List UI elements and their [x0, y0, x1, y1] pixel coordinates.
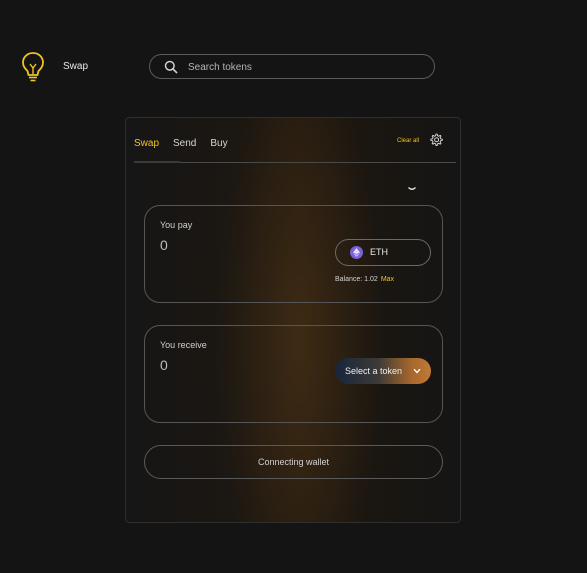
max-button[interactable]: Max [381, 276, 394, 283]
balance-text: Balance: 1.02 Max [335, 276, 394, 283]
select-token-label: Select a token [345, 366, 403, 376]
chevron-down-icon[interactable] [407, 186, 417, 192]
tab-swap[interactable]: Swap [134, 138, 159, 149]
tab-buy[interactable]: Buy [210, 138, 227, 149]
eth-icon [350, 246, 363, 259]
lightbulb-icon [22, 52, 44, 82]
active-tab-underline [134, 161, 180, 163]
token-select-eth[interactable]: ETH [335, 239, 431, 266]
tab-send[interactable]: Send [173, 138, 196, 149]
pay-amount-input[interactable] [160, 235, 280, 255]
search-input[interactable] [188, 59, 418, 75]
receive-amount-input[interactable] [160, 355, 280, 375]
clear-all-button[interactable]: Clear all [397, 138, 419, 144]
chevron-down-icon [413, 368, 421, 374]
token-symbol: ETH [370, 247, 388, 257]
brand-name: Swap [63, 61, 89, 72]
search-bar[interactable] [149, 54, 435, 79]
swap-card: Swap Send Buy Clear all You pay ETH Bala… [125, 117, 461, 523]
receive-panel: You receive Select a token [144, 325, 443, 423]
tab-bar: Swap Send Buy [134, 138, 242, 149]
pay-panel: You pay ETH Balance: 1.02Max [144, 205, 443, 303]
tab-divider [134, 162, 456, 163]
pay-label: You pay [160, 220, 193, 230]
gear-icon[interactable] [429, 133, 443, 147]
select-token-button[interactable]: Select a token [335, 358, 431, 384]
connect-wallet-button[interactable]: Connecting wallet [144, 445, 443, 479]
search-icon [164, 60, 178, 74]
receive-label: You receive [160, 340, 207, 350]
balance-value: Balance: 1.02 [335, 276, 378, 283]
